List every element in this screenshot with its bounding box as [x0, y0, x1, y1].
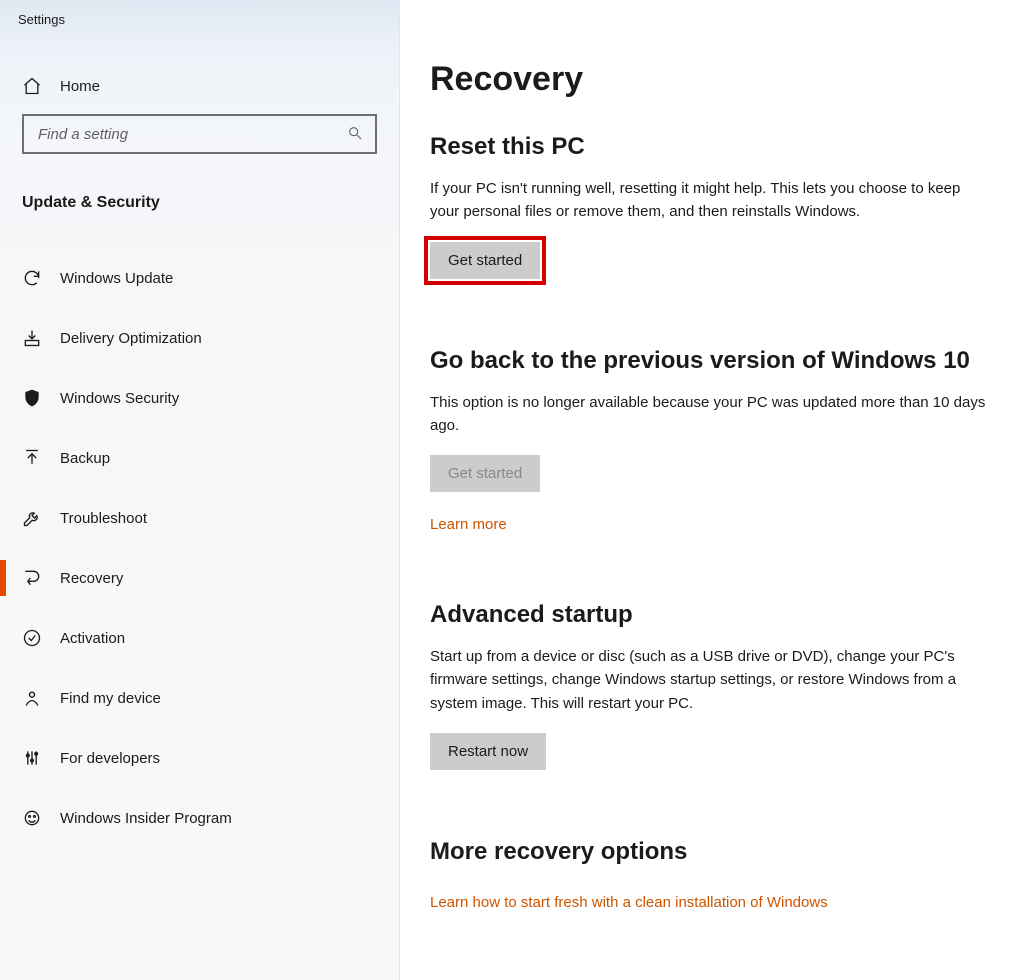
- page-title: Recovery: [430, 60, 997, 99]
- section-title-goback: Go back to the previous version of Windo…: [430, 347, 997, 375]
- sidebar-category-label: Update & Security: [0, 164, 399, 230]
- sidebar-item-label: Backup: [60, 450, 110, 467]
- sidebar-item-recovery[interactable]: Recovery: [0, 548, 399, 608]
- search-wrap: [0, 114, 399, 164]
- recovery-icon: [22, 568, 42, 588]
- sidebar-item-for-developers[interactable]: For developers: [0, 728, 399, 788]
- reset-get-started-button[interactable]: Get started: [430, 242, 540, 279]
- sidebar-item-label: Windows Insider Program: [60, 810, 232, 827]
- sidebar: Settings Home Update & Security: [0, 0, 400, 980]
- section-title-more: More recovery options: [430, 838, 997, 866]
- section-desc-goback: This option is no longer available becau…: [430, 391, 990, 438]
- search-box[interactable]: [22, 114, 377, 154]
- section-desc-reset: If your PC isn't running well, resetting…: [430, 177, 990, 224]
- backup-icon: [22, 448, 42, 468]
- sidebar-item-label: Troubleshoot: [60, 510, 147, 527]
- sidebar-item-label: Activation: [60, 630, 125, 647]
- search-icon: [347, 125, 365, 143]
- start-fresh-link[interactable]: Learn how to start fresh with a clean in…: [430, 894, 828, 911]
- sidebar-home[interactable]: Home: [0, 58, 399, 114]
- home-icon: [22, 76, 42, 96]
- section-desc-advanced: Start up from a device or disc (such as …: [430, 645, 990, 715]
- sidebar-item-label: Windows Security: [60, 390, 179, 407]
- sidebar-nav-list: Windows Update Delivery Optimization Win…: [0, 248, 399, 848]
- developers-icon: [22, 748, 42, 768]
- sidebar-item-label: Recovery: [60, 570, 123, 587]
- location-icon: [22, 688, 42, 708]
- content-panel: Recovery Reset this PC If your PC isn't …: [400, 0, 1027, 980]
- wrench-icon: [22, 508, 42, 528]
- section-title-advanced: Advanced startup: [430, 601, 997, 629]
- sync-icon: [22, 268, 42, 288]
- sidebar-item-windows-update[interactable]: Windows Update: [0, 248, 399, 308]
- sidebar-item-windows-security[interactable]: Windows Security: [0, 368, 399, 428]
- settings-window: Settings Home Update & Security: [0, 0, 1027, 980]
- search-input[interactable]: [38, 126, 347, 143]
- sidebar-item-windows-insider[interactable]: Windows Insider Program: [0, 788, 399, 848]
- sidebar-item-find-my-device[interactable]: Find my device: [0, 668, 399, 728]
- sidebar-item-activation[interactable]: Activation: [0, 608, 399, 668]
- insider-icon: [22, 808, 42, 828]
- window-title: Settings: [0, 0, 399, 44]
- sidebar-item-backup[interactable]: Backup: [0, 428, 399, 488]
- sidebar-home-label: Home: [60, 78, 100, 95]
- sidebar-item-delivery-optimization[interactable]: Delivery Optimization: [0, 308, 399, 368]
- goback-get-started-button: Get started: [430, 455, 540, 492]
- sidebar-item-label: Windows Update: [60, 270, 173, 287]
- check-circle-icon: [22, 628, 42, 648]
- shield-icon: [22, 388, 42, 408]
- sidebar-item-label: For developers: [60, 750, 160, 767]
- section-title-reset: Reset this PC: [430, 133, 997, 161]
- restart-now-button[interactable]: Restart now: [430, 733, 546, 770]
- download-icon: [22, 328, 42, 348]
- sidebar-item-troubleshoot[interactable]: Troubleshoot: [0, 488, 399, 548]
- sidebar-item-label: Delivery Optimization: [60, 330, 202, 347]
- sidebar-item-label: Find my device: [60, 690, 161, 707]
- learn-more-link[interactable]: Learn more: [430, 516, 507, 533]
